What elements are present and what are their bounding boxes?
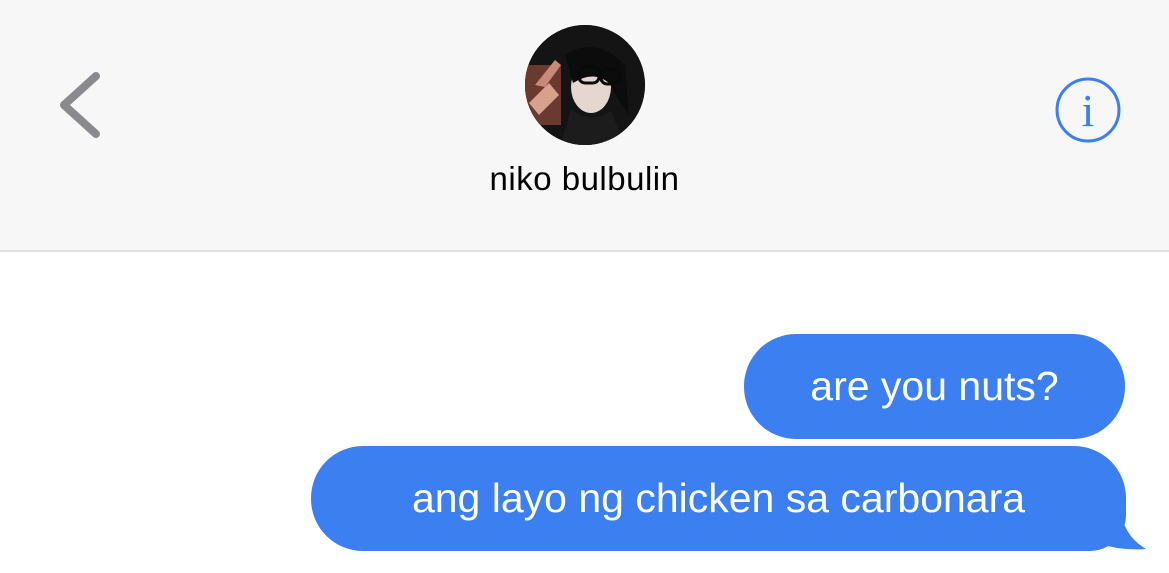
info-button[interactable]: i	[1054, 76, 1122, 144]
message-bubble[interactable]: ang layo ng chicken sa carbonara	[311, 446, 1126, 551]
message-bubble[interactable]: are you nuts?	[744, 334, 1125, 439]
info-circle-icon: i	[1055, 77, 1121, 143]
contact-name[interactable]: niko bulbulin	[0, 160, 1169, 198]
chevron-left-icon	[60, 72, 100, 138]
avatar[interactable]	[525, 25, 645, 145]
avatar-photo	[525, 25, 645, 145]
back-button[interactable]	[44, 62, 124, 148]
svg-text:i: i	[1082, 85, 1095, 136]
conversation-header: niko bulbulin i	[0, 0, 1169, 252]
bubble-tail	[1090, 505, 1146, 550]
